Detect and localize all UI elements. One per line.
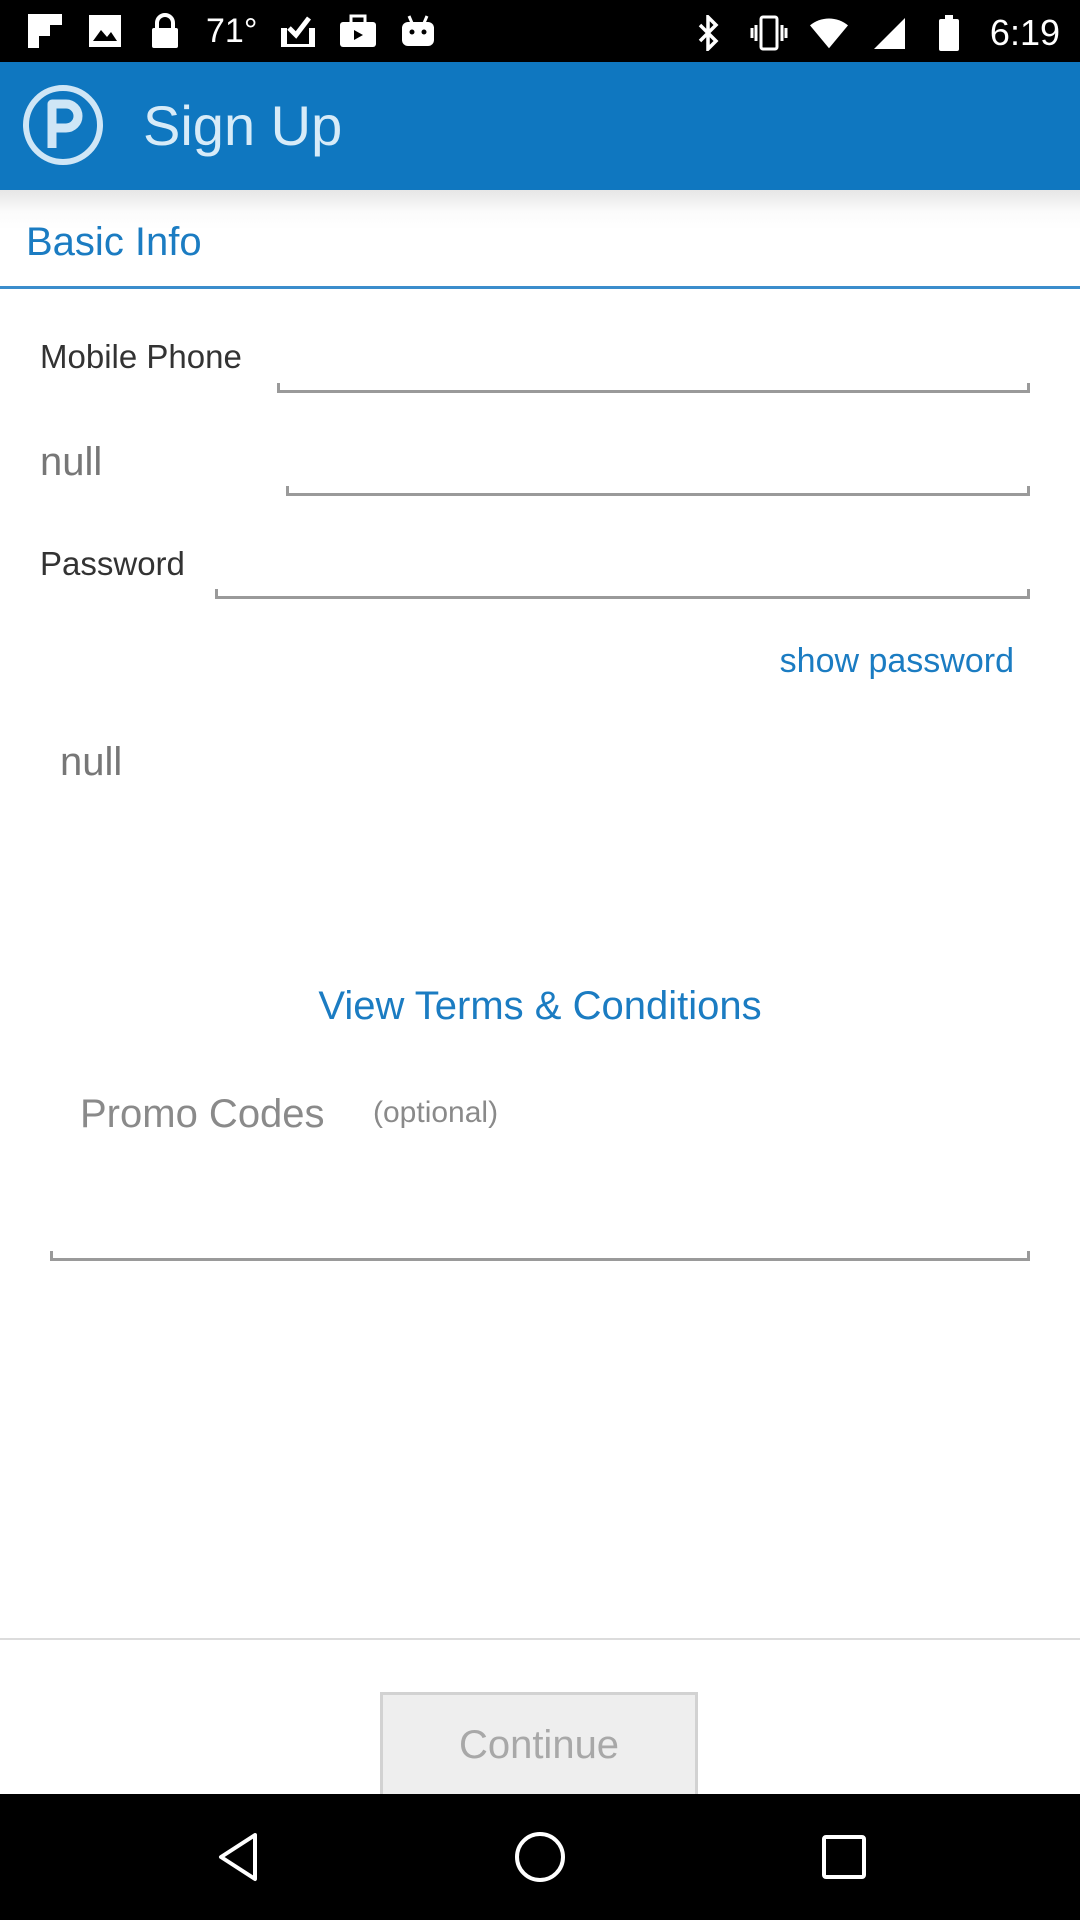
briefcase-icon bbox=[339, 12, 377, 50]
android-icon bbox=[399, 12, 437, 50]
input-tick bbox=[1027, 486, 1030, 496]
recents-icon[interactable] bbox=[814, 1827, 874, 1887]
home-icon[interactable] bbox=[510, 1827, 570, 1887]
signal-icon bbox=[870, 14, 908, 52]
section-header: Basic Info bbox=[0, 190, 1080, 289]
input-tick bbox=[286, 486, 289, 496]
bluetooth-icon bbox=[690, 14, 728, 52]
image-icon bbox=[86, 12, 124, 50]
temperature-text: 71° bbox=[206, 12, 258, 50]
promo-optional-label: (optional) bbox=[373, 1096, 499, 1129]
lock-icon bbox=[146, 12, 184, 50]
page-title: Sign Up bbox=[143, 94, 343, 157]
continue-button[interactable]: Continue bbox=[380, 1692, 698, 1794]
promo-codes-label: Promo Codes bbox=[80, 1092, 325, 1136]
promo-code-input[interactable] bbox=[50, 1218, 1029, 1261]
check-box-icon bbox=[279, 12, 317, 50]
section-title: Basic Info bbox=[26, 220, 202, 264]
wifi-icon bbox=[809, 14, 848, 52]
status-bar: 71° 6:19 bbox=[0, 0, 1080, 62]
bottom-divider bbox=[0, 1638, 1080, 1640]
mobile-phone-label: Mobile Phone bbox=[40, 338, 242, 375]
p-logo-icon[interactable] bbox=[22, 84, 104, 166]
null-label: null bbox=[40, 440, 103, 484]
app-bar: Sign Up bbox=[0, 62, 1080, 190]
input-tick bbox=[50, 1251, 53, 1261]
back-icon[interactable] bbox=[209, 1827, 269, 1887]
terms-link[interactable]: View Terms & Conditions bbox=[0, 984, 1080, 1029]
flipboard-icon bbox=[26, 12, 64, 50]
show-password-link[interactable]: show password bbox=[780, 642, 1014, 681]
battery-icon bbox=[930, 14, 968, 52]
null-input[interactable] bbox=[286, 453, 1029, 496]
input-tick bbox=[277, 383, 280, 393]
mobile-phone-input[interactable] bbox=[277, 350, 1029, 393]
status-right: 6:19 bbox=[690, 12, 1060, 54]
navigation-bar bbox=[0, 1794, 1080, 1920]
password-label: Password bbox=[40, 545, 185, 582]
null-text: null bbox=[60, 740, 123, 784]
input-tick bbox=[215, 589, 218, 599]
status-left: 71° bbox=[26, 12, 437, 50]
password-input[interactable] bbox=[215, 556, 1029, 599]
input-tick bbox=[1027, 1251, 1030, 1261]
vibrate-icon bbox=[750, 14, 788, 52]
input-tick bbox=[1027, 589, 1030, 599]
input-tick bbox=[1027, 383, 1030, 393]
clock-text: 6:19 bbox=[989, 12, 1060, 53]
